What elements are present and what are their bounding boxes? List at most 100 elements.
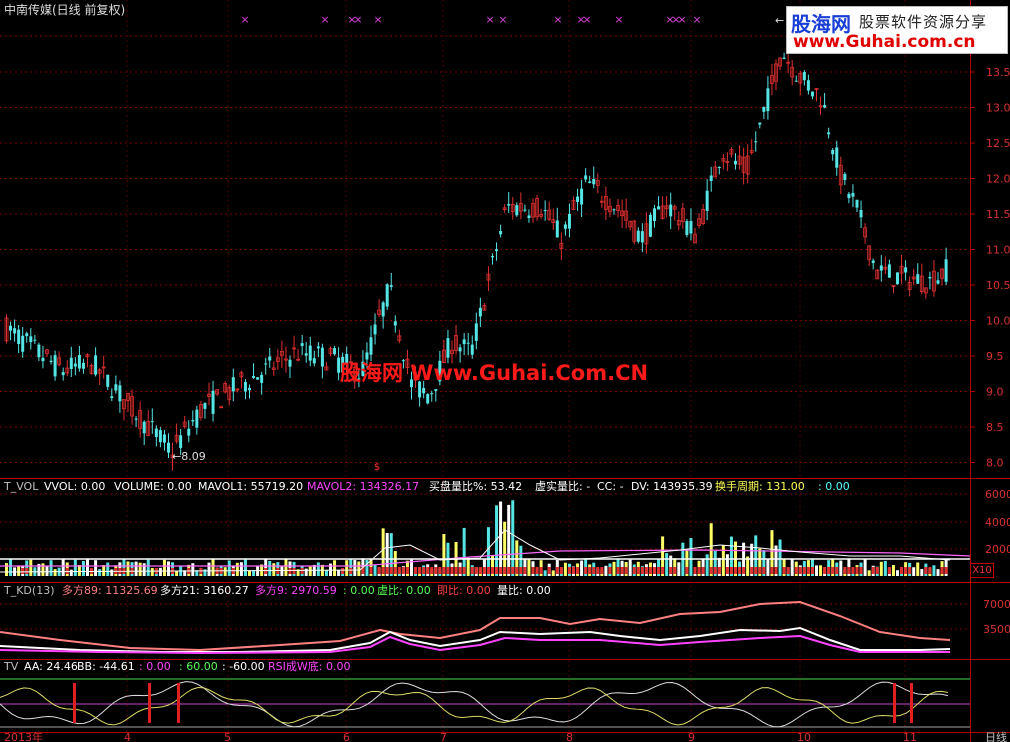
candle-body[interactable] bbox=[142, 421, 146, 434]
candle-body[interactable] bbox=[106, 374, 110, 387]
candle-body[interactable] bbox=[333, 348, 337, 355]
candle-body[interactable] bbox=[584, 175, 588, 180]
candle-body[interactable] bbox=[758, 122, 762, 125]
volume-bar[interactable] bbox=[527, 559, 531, 576]
volume-bar[interactable] bbox=[689, 537, 693, 576]
volume-bar[interactable] bbox=[551, 570, 555, 576]
volume-bar[interactable] bbox=[337, 569, 341, 576]
volume-bar[interactable] bbox=[333, 560, 337, 576]
volume-bar[interactable] bbox=[158, 567, 162, 576]
volume-bar[interactable] bbox=[29, 559, 33, 576]
candle-body[interactable] bbox=[491, 256, 494, 258]
candle-body[interactable] bbox=[162, 434, 166, 443]
volume-bar[interactable] bbox=[883, 560, 887, 576]
candle-body[interactable] bbox=[936, 280, 940, 284]
volume-bar[interactable] bbox=[77, 564, 81, 576]
candle-body[interactable] bbox=[754, 141, 758, 143]
volume-bar[interactable] bbox=[94, 560, 98, 576]
volume-bar[interactable] bbox=[896, 570, 899, 576]
candle-body[interactable] bbox=[268, 356, 272, 361]
volume-bar[interactable] bbox=[345, 560, 349, 576]
candle-body[interactable] bbox=[612, 209, 616, 211]
volume-bar[interactable] bbox=[223, 567, 227, 576]
volume-bar[interactable] bbox=[211, 558, 215, 576]
candle-body[interactable] bbox=[567, 213, 571, 229]
candle-body[interactable] bbox=[154, 428, 158, 438]
volume-bar[interactable] bbox=[53, 569, 57, 576]
candle-body[interactable] bbox=[434, 389, 438, 391]
volume-bar[interactable] bbox=[106, 562, 110, 576]
volume-bar[interactable] bbox=[110, 569, 114, 576]
volume-bar[interactable] bbox=[5, 563, 8, 576]
volume-bar[interactable] bbox=[543, 570, 547, 576]
candle-body[interactable] bbox=[316, 346, 320, 349]
candle-body[interactable] bbox=[653, 208, 656, 221]
candle-body[interactable] bbox=[458, 347, 462, 352]
candle-body[interactable] bbox=[29, 336, 33, 343]
candle-body[interactable] bbox=[466, 342, 470, 344]
volume-bar[interactable] bbox=[256, 566, 260, 576]
volume-bar[interactable] bbox=[41, 563, 45, 576]
candle-body[interactable] bbox=[495, 249, 499, 252]
volume-bar[interactable] bbox=[766, 559, 770, 576]
candle-body[interactable] bbox=[243, 381, 247, 392]
candle-body[interactable] bbox=[114, 384, 118, 391]
candle-body[interactable] bbox=[195, 409, 199, 428]
volume-bar[interactable] bbox=[563, 562, 567, 576]
volume-bar[interactable] bbox=[243, 559, 247, 576]
candle-body[interactable] bbox=[191, 420, 195, 422]
volume-bar[interactable] bbox=[324, 569, 328, 576]
volume-bar[interactable] bbox=[912, 567, 916, 576]
candle-body[interactable] bbox=[385, 284, 389, 307]
volume-bar[interactable] bbox=[134, 561, 138, 576]
candle-body[interactable] bbox=[669, 204, 673, 217]
volume-bar[interactable] bbox=[499, 501, 503, 576]
volume-bar[interactable] bbox=[677, 562, 681, 576]
volume-bar[interactable] bbox=[920, 569, 924, 576]
candle-body[interactable] bbox=[474, 323, 478, 341]
candle-body[interactable] bbox=[859, 210, 863, 218]
price-candles[interactable] bbox=[4, 51, 948, 471]
volume-bar[interactable] bbox=[203, 569, 207, 576]
volume-bar[interactable] bbox=[316, 562, 320, 576]
volume-bar[interactable] bbox=[86, 558, 89, 576]
candle-body[interactable] bbox=[73, 363, 77, 367]
volume-bar[interactable] bbox=[61, 559, 65, 576]
candle-body[interactable] bbox=[689, 220, 693, 234]
volume-bar[interactable] bbox=[191, 563, 195, 576]
candle-body[interactable] bbox=[77, 355, 81, 369]
candle-body[interactable] bbox=[304, 353, 308, 356]
candle-body[interactable] bbox=[211, 390, 215, 414]
candle-body[interactable] bbox=[446, 338, 450, 358]
candle-body[interactable] bbox=[462, 339, 466, 345]
volume-bar[interactable] bbox=[839, 560, 843, 576]
volume-bar[interactable] bbox=[790, 558, 794, 576]
volume-bar[interactable] bbox=[280, 566, 284, 576]
candle-body[interactable] bbox=[37, 344, 41, 358]
candle-body[interactable] bbox=[580, 188, 584, 205]
candle-body[interactable] bbox=[203, 403, 207, 409]
candle-body[interactable] bbox=[25, 333, 29, 337]
volume-bar[interactable] bbox=[126, 561, 130, 576]
candle-body[interactable] bbox=[389, 285, 393, 287]
volume-bar[interactable] bbox=[304, 568, 308, 576]
volume-bar[interactable] bbox=[207, 562, 211, 576]
candle-body[interactable] bbox=[576, 196, 580, 203]
volume-bar[interactable] bbox=[284, 558, 288, 576]
volume-bar[interactable] bbox=[507, 504, 511, 576]
volume-bar[interactable] bbox=[235, 562, 239, 576]
volume-bar[interactable] bbox=[9, 559, 13, 576]
candle-body[interactable] bbox=[851, 192, 855, 197]
candle-body[interactable] bbox=[187, 428, 191, 436]
candle-body[interactable] bbox=[373, 324, 377, 335]
candle-body[interactable] bbox=[110, 396, 114, 399]
volume-bar[interactable] bbox=[932, 565, 936, 576]
candle-body[interactable] bbox=[762, 106, 766, 112]
volume-bar[interactable] bbox=[146, 559, 150, 576]
candle-body[interactable] bbox=[847, 193, 851, 199]
candle-body[interactable] bbox=[252, 376, 256, 378]
candle-body[interactable] bbox=[527, 215, 531, 219]
candle-body[interactable] bbox=[21, 335, 25, 352]
volume-bar[interactable] bbox=[239, 562, 243, 576]
candle-body[interactable] bbox=[13, 328, 17, 334]
